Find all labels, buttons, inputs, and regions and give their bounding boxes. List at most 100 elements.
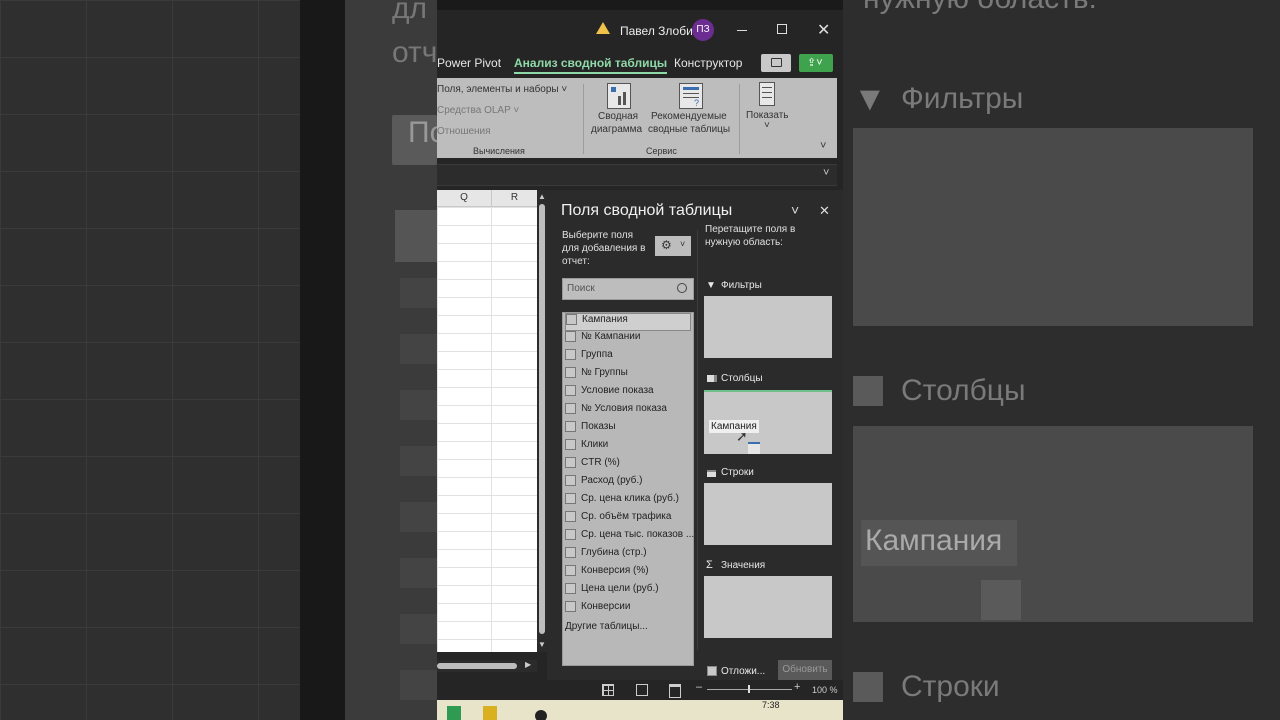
area-filters[interactable] (704, 296, 832, 358)
update-button[interactable]: Обновить (778, 660, 832, 680)
close-icon[interactable]: ✕ (817, 20, 830, 40)
app-icon[interactable] (447, 706, 461, 720)
zoom-out-icon[interactable]: – (696, 681, 702, 693)
warning-icon[interactable] (596, 22, 610, 34)
user-name: Павел Злобин (620, 24, 700, 38)
checkbox-icon[interactable] (565, 511, 576, 522)
zoom-slider-thumb[interactable] (748, 685, 750, 693)
zoom-level[interactable]: 100 % (812, 685, 838, 695)
field-item[interactable]: Ср. цена тыс. показов ... (565, 529, 694, 545)
normal-view-icon[interactable] (602, 684, 614, 696)
checkbox-icon[interactable] (565, 547, 576, 558)
field-item[interactable]: № Группы (565, 367, 628, 383)
sigma-icon: Σ (706, 559, 713, 571)
minimize-icon[interactable] (737, 30, 747, 31)
restore-icon[interactable] (777, 24, 787, 34)
defer-label: Отложи... (721, 666, 766, 677)
group-label-calculations: Вычисления (473, 146, 525, 156)
column-header-r[interactable]: R (492, 190, 538, 207)
field-item[interactable]: Конверсия (%) (565, 565, 649, 581)
checkbox-icon[interactable] (565, 601, 576, 612)
tab-design[interactable]: Конструктор (674, 56, 742, 70)
field-item[interactable]: Ср. объём трафика (565, 511, 671, 527)
vertical-scrollbar[interactable]: ▲ ▼ (537, 190, 547, 652)
checkbox-icon[interactable] (565, 349, 576, 360)
checkbox-icon[interactable] (565, 565, 576, 576)
tab-power-pivot[interactable]: Power Pivot (437, 56, 501, 70)
relationships-button[interactable]: Отношения (437, 126, 491, 137)
checkbox-icon[interactable] (565, 367, 576, 378)
field-item[interactable]: № Кампании (565, 331, 640, 347)
avatar[interactable]: ПЗ (692, 19, 714, 41)
page-break-icon[interactable] (669, 684, 681, 698)
share-button[interactable]: ⇪˅ (799, 54, 833, 72)
zoom-in-icon[interactable]: + (794, 681, 800, 693)
checkbox-icon[interactable] (565, 583, 576, 594)
column-header-q[interactable]: Q (437, 190, 492, 207)
cell-grid[interactable] (437, 207, 537, 652)
area-label-filters: Фильтры (721, 280, 762, 291)
background-right: нужную область: ▼ Фильтры Столбцы Кампан… (843, 0, 1280, 720)
worksheet[interactable]: Q R (437, 190, 538, 652)
field-item[interactable]: Цена цели (руб.) (565, 583, 659, 599)
field-item[interactable]: Глубина (стр.) (565, 547, 647, 563)
tab-pivot-analyze[interactable]: Анализ сводной таблицы (514, 56, 668, 74)
field-item[interactable]: № Условия показа (565, 403, 667, 419)
pivot-fields-pane: Поля сводной таблицы ˅ ✕ Выберите поля д… (547, 190, 843, 680)
defer-checkbox[interactable] (707, 666, 717, 676)
area-rows[interactable] (704, 483, 832, 545)
checkbox-icon[interactable] (565, 529, 576, 540)
field-search-input[interactable]: Поиск (562, 278, 694, 300)
rows-icon (707, 470, 716, 477)
checkbox-icon[interactable] (565, 331, 576, 342)
tools-button[interactable]: ⚙ ˅ (655, 236, 691, 256)
checkbox-icon[interactable] (566, 314, 577, 325)
checkbox-icon[interactable] (565, 475, 576, 486)
checkbox-icon[interactable] (565, 439, 576, 450)
recommended-label-2[interactable]: сводные таблицы (648, 124, 730, 135)
pivot-chart-label-1[interactable]: Сводная (598, 111, 638, 122)
ribbon-collapse-icon[interactable]: ˅ (820, 140, 826, 152)
field-item[interactable]: CTR (%) (565, 457, 620, 473)
page-layout-icon[interactable] (636, 684, 648, 696)
recommended-label-1[interactable]: Рекомендуемые (651, 111, 727, 122)
checkbox-icon[interactable] (565, 385, 576, 396)
area-values[interactable] (704, 576, 832, 638)
pivot-chart-label-2[interactable]: диаграмма (591, 124, 642, 135)
scroll-right-icon[interactable]: ▶ (525, 660, 531, 669)
show-chevron-icon: ˅ (764, 120, 770, 131)
area-columns[interactable]: Кампания ➚ (704, 390, 832, 454)
bg-text: Пол (408, 116, 437, 149)
field-item[interactable]: Клики (565, 439, 608, 455)
checkbox-icon[interactable] (565, 457, 576, 468)
scroll-down-icon[interactable]: ▼ (538, 640, 546, 649)
vertical-scroll-thumb[interactable] (539, 204, 545, 634)
scroll-up-icon[interactable]: ▲ (538, 192, 546, 201)
drag-chip[interactable]: Кампания (709, 420, 759, 433)
formula-bar[interactable]: ˅ (437, 164, 837, 186)
field-item[interactable]: Условие показа (565, 385, 654, 401)
olap-tools-button[interactable]: Средства OLAP ˅ (437, 105, 519, 116)
field-item[interactable]: Кампания (565, 313, 691, 331)
pane-options-chevron-icon[interactable]: ˅ (791, 202, 799, 218)
checkbox-icon[interactable] (565, 403, 576, 414)
horizontal-scroll-thumb[interactable] (437, 663, 517, 669)
formula-expand-icon[interactable]: ˅ (823, 167, 829, 179)
app-icon[interactable] (483, 706, 497, 720)
share-icon: ⇪˅ (807, 57, 823, 69)
pane-close-icon[interactable]: ✕ (819, 203, 830, 219)
field-item[interactable]: Показы (565, 421, 616, 437)
fields-items-sets-button[interactable]: Поля, элементы и наборы ˅ (437, 84, 567, 95)
field-item[interactable]: Ср. цена клика (руб.) (565, 493, 679, 509)
checkbox-icon[interactable] (565, 493, 576, 504)
field-item[interactable]: Конверсии (565, 601, 630, 617)
other-tables-link[interactable]: Другие таблицы... (565, 621, 648, 637)
comments-button[interactable] (761, 54, 791, 72)
checkbox-icon[interactable] (565, 421, 576, 432)
choose-fields-line-2: для добавления в (562, 243, 646, 254)
area-label-values: Значения (721, 560, 766, 571)
app-icon[interactable] (535, 710, 547, 720)
field-item[interactable]: Расход (руб.) (565, 475, 642, 491)
horizontal-scrollbar[interactable]: ▶ (437, 660, 537, 672)
field-item[interactable]: Группа (565, 349, 613, 365)
